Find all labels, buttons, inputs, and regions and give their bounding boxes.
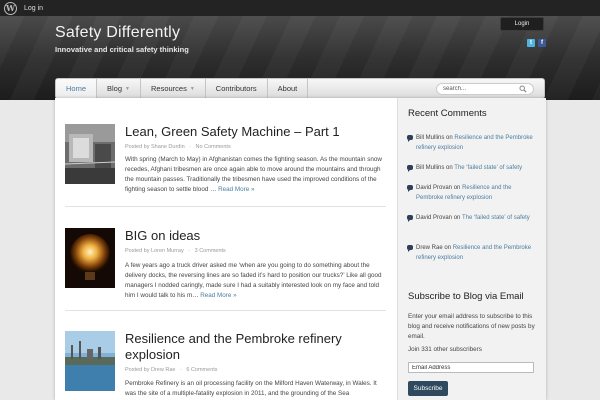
subscriber-count: Join 331 other subscribers	[408, 346, 482, 353]
chevron-down-icon: ▼	[125, 85, 130, 92]
comment-icon	[407, 165, 413, 172]
post-comments-link[interactable]: 6 Comments	[186, 367, 217, 373]
recent-comments-title: Recent Comments	[408, 108, 487, 119]
site-header: Safety Differently Innovative and critic…	[0, 16, 600, 100]
post-excerpt: With spring (March to May) in Afghanista…	[65, 155, 386, 195]
post-excerpt-text: A few years ago a truck driver asked me …	[125, 262, 382, 299]
post-title[interactable]: Lean, Green Safety Machine – Part 1	[125, 124, 387, 140]
facebook-icon[interactable]: f	[538, 39, 546, 47]
twitter-icon[interactable]: t	[527, 39, 535, 47]
post-excerpt: A few years ago a truck driver asked me …	[65, 261, 386, 301]
nav-item-resources[interactable]: Resources ▼	[141, 79, 206, 98]
comment-author: Bill Mullins	[416, 135, 445, 141]
read-more-link[interactable]: Read More »	[218, 186, 254, 193]
social-links: t f	[527, 39, 546, 47]
post-title[interactable]: BIG on ideas	[125, 228, 387, 244]
chevron-down-icon: ▼	[189, 85, 195, 92]
subscribe-description: Enter your email address to subscribe to…	[408, 313, 535, 340]
recent-comment-item: Drew Rae on Resilience and the Pembroke …	[407, 243, 539, 273]
post-item: BIG on ideas Posted by Loren Murray · 3 …	[65, 228, 386, 303]
search-input[interactable]	[443, 86, 515, 92]
subscribe-button[interactable]: Subscribe	[408, 381, 448, 396]
comment-post-link[interactable]: The ‘failed state’ of safety	[462, 215, 530, 221]
post-excerpt-text: Pembroke Refinery is an oil processing f…	[125, 380, 377, 397]
nav-item-label: Contributors	[215, 84, 257, 93]
nav-item-label: Home	[66, 84, 87, 93]
comment-author: David Provan	[416, 185, 453, 191]
nav-item-label: Resources	[150, 84, 187, 93]
post-meta: Posted by Shane Durdin · No Comments	[125, 144, 231, 150]
sidebar: Recent Comments Bill Mullins on Resilien…	[397, 98, 546, 400]
post-item: Lean, Green Safety Machine – Part 1 Post…	[65, 124, 386, 199]
posted-by-label: Posted by	[125, 367, 150, 373]
posted-by-label: Posted by	[125, 144, 150, 150]
search-icon[interactable]	[519, 85, 527, 93]
main-navigation: Home Blog ▼ Resources ▼ Contributors Abo…	[55, 78, 545, 99]
post-divider	[65, 206, 386, 207]
comment-icon	[407, 215, 413, 222]
site-tagline: Innovative and critical safety thinking	[55, 45, 189, 54]
recent-comment-item: David Provan on Resilience and the Pembr…	[407, 183, 539, 213]
comment-author: Drew Rae	[416, 245, 443, 251]
nav-item-label: Blog	[107, 84, 123, 93]
posted-by-label: Posted by	[125, 248, 150, 254]
recent-comment-item: David Provan on The ‘failed state’ of sa…	[407, 213, 539, 243]
comment-icon	[407, 245, 413, 252]
post-meta: Posted by Drew Rae · 6 Comments	[125, 367, 218, 373]
nav-item-label: About	[277, 84, 298, 93]
search-box	[436, 83, 534, 95]
main-container: Lean, Green Safety Machine – Part 1 Post…	[55, 98, 546, 400]
post-meta: Posted by Loren Murray · 3 Comments	[125, 248, 226, 254]
post-comments-link[interactable]: No Comments	[196, 144, 231, 150]
post-comments-link[interactable]: 3 Comments	[195, 248, 226, 254]
wordpress-logo-icon[interactable]: W	[4, 1, 17, 15]
admin-login-link[interactable]: Log in	[24, 5, 43, 12]
post-divider	[65, 310, 386, 311]
nav-item-about[interactable]: About	[268, 79, 309, 98]
read-more-link[interactable]: Read More »	[200, 292, 236, 299]
post-excerpt: Pembroke Refinery is an oil processing f…	[65, 379, 386, 399]
comment-icon	[407, 185, 413, 192]
comment-icon	[407, 135, 413, 142]
comment-author: Bill Mullins	[416, 165, 445, 171]
post-item: Resilience and the Pembroke refinery exp…	[65, 331, 386, 400]
admin-bar: W Log in	[0, 0, 600, 16]
post-author[interactable]: Loren Murray	[151, 248, 184, 254]
email-field[interactable]	[408, 362, 534, 373]
comment-post-link[interactable]: The ‘failed state’ of safety	[454, 165, 522, 171]
post-author[interactable]: Shane Durdin	[151, 144, 185, 150]
nav-item-home[interactable]: Home	[56, 79, 98, 98]
nav-item-blog[interactable]: Blog ▼	[97, 79, 141, 98]
nav-item-contributors[interactable]: Contributors	[206, 79, 268, 98]
recent-comments-list: Bill Mullins on Resilience and the Pembr…	[407, 133, 539, 273]
post-title[interactable]: Resilience and the Pembroke refinery exp…	[125, 331, 387, 362]
site-title[interactable]: Safety Differently	[55, 24, 180, 42]
subscribe-title: Subscribe to Blog via Email	[408, 291, 524, 302]
recent-comment-item: Bill Mullins on Resilience and the Pembr…	[407, 133, 539, 163]
recent-comment-item: Bill Mullins on The ‘failed state’ of sa…	[407, 163, 539, 183]
comment-author: David Provan	[416, 215, 453, 221]
login-button[interactable]: Login	[500, 17, 544, 31]
post-list: Lean, Green Safety Machine – Part 1 Post…	[55, 98, 397, 400]
post-author[interactable]: Drew Rae	[151, 367, 175, 373]
